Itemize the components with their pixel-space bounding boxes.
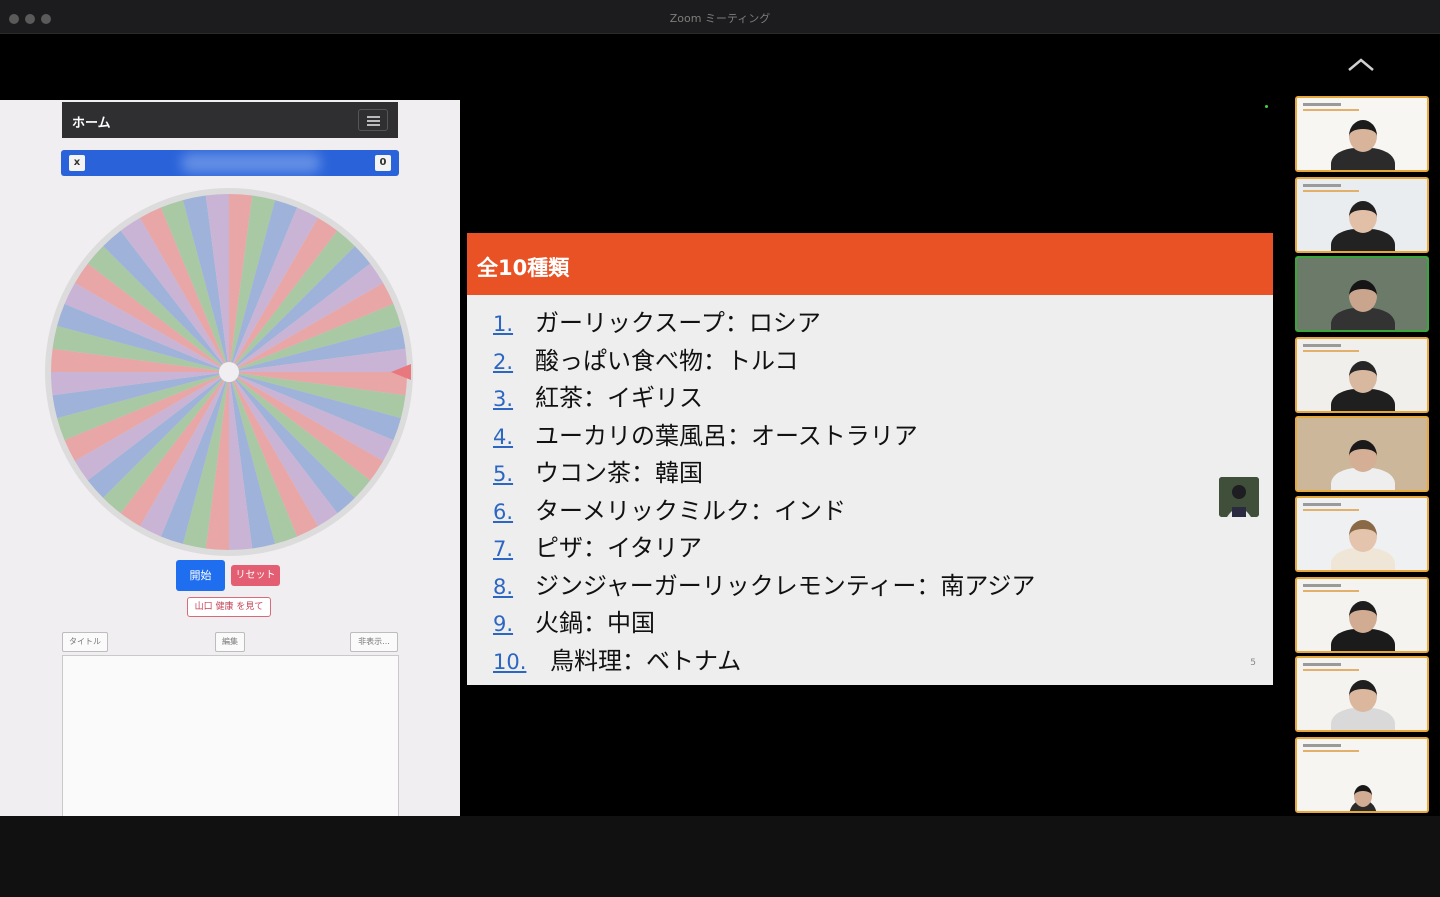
tile-slide-text	[1303, 184, 1341, 187]
participant-head	[1349, 120, 1377, 152]
participant-video-tile[interactable]	[1295, 96, 1429, 172]
hamburger-menu-icon[interactable]	[358, 109, 388, 131]
roulette-wheel[interactable]	[40, 183, 418, 561]
roulette-title-bar: x 0	[61, 150, 399, 176]
participant-video-tile[interactable]	[1295, 177, 1429, 253]
tab-more[interactable]: 非表示...	[350, 632, 398, 652]
bar-count-button[interactable]: 0	[375, 155, 391, 171]
list-number[interactable]: 2.	[493, 350, 535, 374]
participant-video-tile[interactable]	[1295, 337, 1429, 413]
web-header-title[interactable]: ホーム	[72, 112, 111, 131]
list-item: 4. ユーカリの葉風呂：オーストラリア	[493, 416, 1035, 454]
tile-slide-text	[1303, 344, 1341, 347]
item-textarea[interactable]	[62, 655, 399, 817]
tile-slide-text	[1303, 103, 1341, 106]
tile-slide-text	[1303, 509, 1359, 511]
list-number[interactable]: 3.	[493, 387, 535, 411]
bar-close-button[interactable]: x	[69, 155, 85, 171]
blurred-title	[181, 153, 321, 173]
tab-edit[interactable]: 編集	[215, 632, 245, 652]
presenter-avatar	[1219, 477, 1259, 517]
presentation-slide: 全10種類 1. ガーリックスープ：ロシア 2. 酸っぱい食べ物：トルコ 3. 紅茶：…	[467, 233, 1273, 685]
list-text: ジンジャーガーリックレモンティー：南アジア	[535, 571, 1036, 600]
tile-slide-text	[1303, 109, 1359, 111]
participant-video-tile[interactable]	[1295, 656, 1429, 732]
slide-title: 全10種類	[477, 256, 570, 280]
participant-head	[1349, 201, 1377, 233]
list-item: 10. 鳥料理：ベトナム	[493, 641, 1035, 679]
wheel-hub	[219, 362, 239, 382]
list-item: 3. 紅茶：イギリス	[493, 378, 1035, 416]
participant-video-tile[interactable]	[1295, 256, 1429, 332]
roulette-wheel-graphic	[45, 188, 413, 556]
tile-slide-text	[1303, 744, 1341, 747]
participant-head	[1349, 520, 1377, 552]
meeting-toolbar	[0, 816, 1440, 897]
list-item: 7. ピザ：イタリア	[493, 528, 1035, 566]
scroll-up-chevron-icon[interactable]	[1346, 55, 1376, 75]
window-titlebar: Zoom ミーティング	[0, 0, 1440, 34]
list-item: 1. ガーリックスープ：ロシア	[493, 303, 1035, 341]
slide-page-number: 5	[1250, 658, 1256, 668]
list-text: ウコン茶：韓国	[535, 459, 703, 487]
participant-head	[1349, 361, 1377, 393]
list-item: 9. 火鍋：中国	[493, 603, 1035, 641]
tile-slide-text	[1303, 584, 1341, 587]
list-number[interactable]: 6.	[493, 500, 535, 524]
list-number[interactable]: 5.	[493, 462, 535, 486]
list-text: ユーカリの葉風呂：オーストラリア	[535, 421, 918, 450]
name-tag[interactable]: 山口 健康 を見て	[187, 597, 271, 617]
list-number[interactable]: 9.	[493, 612, 535, 636]
status-indicator	[1265, 105, 1268, 108]
participant-head	[1349, 440, 1377, 472]
list-number[interactable]: 7.	[493, 537, 535, 561]
participant-head	[1349, 280, 1377, 312]
participant-video-tile[interactable]	[1295, 737, 1429, 813]
participant-head	[1354, 785, 1372, 807]
participant-video-tile[interactable]	[1295, 496, 1429, 572]
tab-title[interactable]: タイトル	[62, 632, 108, 652]
list-text: 鳥料理：ベトナム	[550, 646, 742, 675]
tile-slide-text	[1303, 750, 1359, 752]
list-text: 火鍋：中国	[535, 609, 655, 637]
list-item: 8. ジンジャーガーリックレモンティー：南アジア	[493, 566, 1035, 604]
window-title: Zoom ミーティング	[669, 12, 771, 25]
participant-head	[1349, 680, 1377, 712]
slide-header: 全10種類	[467, 233, 1273, 295]
list-number[interactable]: 1.	[493, 312, 535, 336]
tile-slide-text	[1303, 669, 1359, 671]
list-text: ターメリックミルク：インド	[535, 496, 847, 525]
participant-video-tile[interactable]	[1295, 416, 1429, 492]
list-number[interactable]: 10.	[493, 650, 550, 674]
list-text: ピザ：イタリア	[535, 534, 703, 562]
tile-slide-text	[1303, 190, 1359, 192]
list-text: 酸っぱい食べ物：トルコ	[535, 346, 799, 375]
participant-head	[1349, 601, 1377, 633]
list-text: 紅茶：イギリス	[535, 384, 703, 412]
web-header: ホーム	[62, 102, 398, 138]
list-text: ガーリックスープ：ロシア	[535, 309, 821, 337]
list-item: 2. 酸っぱい食べ物：トルコ	[493, 341, 1035, 379]
tile-slide-text	[1303, 663, 1341, 666]
slide-list: 1. ガーリックスープ：ロシア 2. 酸っぱい食べ物：トルコ 3. 紅茶：イギリス 4…	[493, 303, 1035, 678]
reset-button[interactable]: リセット	[231, 565, 280, 586]
list-item: 5. ウコン茶：韓国	[493, 453, 1035, 491]
list-number[interactable]: 4.	[493, 425, 535, 449]
start-button[interactable]: 開始	[176, 560, 225, 591]
list-item: 6. ターメリックミルク：インド	[493, 491, 1035, 529]
tile-slide-text	[1303, 350, 1359, 352]
participant-video-tile[interactable]	[1295, 577, 1429, 653]
tile-slide-text	[1303, 590, 1359, 592]
list-number[interactable]: 8.	[493, 575, 535, 599]
tile-slide-text	[1303, 503, 1341, 506]
